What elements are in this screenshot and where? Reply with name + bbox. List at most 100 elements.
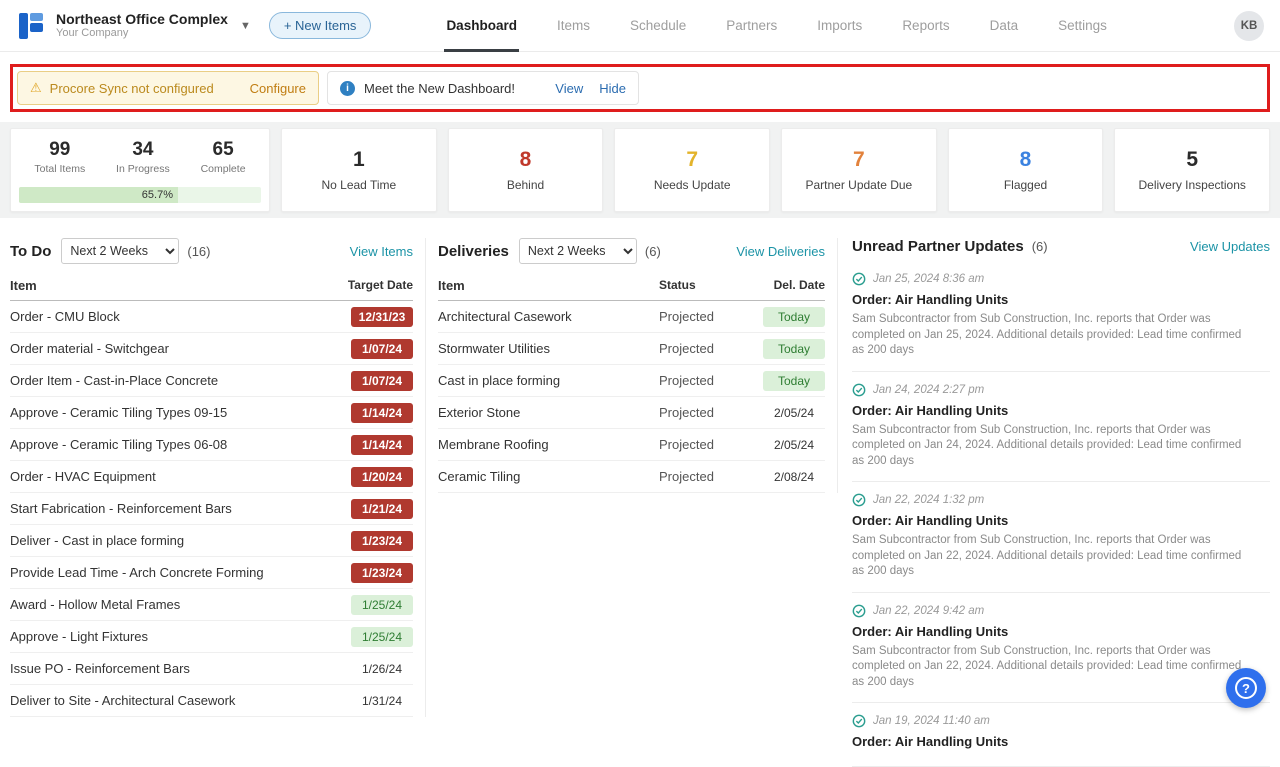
view-button[interactable]: View (555, 81, 583, 96)
user-avatar[interactable]: KB (1234, 10, 1264, 41)
stat-card-flagged[interactable]: 8 Flagged (947, 128, 1104, 212)
update-body: Sam Subcontractor from Sub Construction,… (852, 534, 1242, 578)
todo-row[interactable]: Provide Lead Time - Arch Concrete Formin… (10, 557, 413, 589)
todo-title: To Do (10, 242, 52, 260)
delivery-row[interactable]: Membrane Roofing Projected 2/05/24 (438, 429, 825, 461)
update-item[interactable]: Jan 22, 2024 1:32 pm Order: Air Handling… (852, 482, 1270, 593)
target-date-badge: 12/31/23 (351, 306, 413, 327)
help-button[interactable]: ? (1226, 668, 1266, 708)
stat-complete: 65 Complete (201, 139, 246, 181)
update-title: Order: Air Handling Units (852, 292, 1009, 307)
todo-row[interactable]: Deliver - Cast in place forming 1/23/24 (10, 525, 413, 557)
todo-item-label: Approve - Ceramic Tiling Types 06-08 (10, 437, 228, 452)
hide-button[interactable]: Hide (599, 81, 626, 96)
behind-label: Behind (506, 178, 545, 192)
delivery-item-label: Architectural Casework (438, 309, 572, 324)
update-item[interactable]: Jan 24, 2024 2:27 pm Order: Air Handling… (852, 372, 1270, 483)
tab-settings[interactable]: Settings (1056, 0, 1109, 52)
deliveries-col-item: Item (438, 278, 465, 293)
todo-item-label: Order - CMU Block (10, 309, 120, 324)
stat-card-behind[interactable]: 8 Behind (447, 128, 604, 212)
todo-row[interactable]: Order - CMU Block 12/31/23 (10, 301, 413, 333)
delivery-item-label: Exterior Stone (438, 405, 521, 420)
updates-header: Unread Partner Updates (6) View Updates (852, 238, 1270, 255)
needs-update-label: Needs Update (653, 178, 731, 192)
todo-item-label: Deliver - Cast in place forming (10, 533, 185, 548)
delivery-date-badge: Today (763, 306, 825, 327)
delivery-row[interactable]: Architectural Casework Projected Today (438, 301, 825, 333)
target-date-badge: 1/23/24 (351, 530, 413, 551)
tab-dashboard[interactable]: Dashboard (444, 0, 519, 52)
todo-row[interactable]: Issue PO - Reinforcement Bars 1/26/24 (10, 653, 413, 685)
stat-card-summary: 99 Total Items 34 In Progress 65 Complet… (10, 128, 270, 212)
todo-filter-select[interactable]: Next 2 Weeks (61, 238, 180, 264)
stat-card-no-lead-time[interactable]: 1 No Lead Time (281, 128, 437, 212)
app-logo[interactable] (16, 11, 46, 41)
todo-item-label: Order Item - Cast-in-Place Concrete (10, 373, 219, 388)
view-items-link[interactable]: View Items (350, 244, 413, 259)
stat-card-delivery-inspections[interactable]: 5 Delivery Inspections (1114, 128, 1271, 212)
todo-row[interactable]: Approve - Ceramic Tiling Types 09-15 1/1… (10, 397, 413, 429)
delivery-row[interactable]: Ceramic Tiling Projected 2/08/24 (438, 461, 825, 493)
no-lead-time-value: 1 (352, 148, 365, 171)
delivery-inspections-value: 5 (1186, 148, 1199, 171)
view-updates-link[interactable]: View Updates (1190, 239, 1270, 254)
stat-card-needs-update[interactable]: 7 Needs Update (614, 128, 771, 212)
check-circle-icon (852, 714, 866, 728)
update-item[interactable]: Jan 25, 2024 8:36 am Order: Air Handling… (852, 261, 1270, 372)
updates-title: Unread Partner Updates (852, 238, 1024, 255)
progress-percent: 65.7% (141, 189, 173, 201)
todo-row[interactable]: Order - HVAC Equipment 1/20/24 (10, 461, 413, 493)
tab-schedule[interactable]: Schedule (628, 0, 688, 52)
update-title: Order: Air Handling Units (852, 734, 1009, 750)
update-timestamp: Jan 24, 2024 2:27 pm (873, 383, 985, 396)
delivery-item-label: Ceramic Tiling (438, 469, 521, 484)
summary-numbers: 99 Total Items 34 In Progress 65 Complet… (11, 129, 269, 183)
delivery-date-text: 2/08/24 (773, 469, 815, 484)
project-switcher[interactable]: Northeast Office Complex Your Company (56, 11, 228, 40)
delivery-item-label: Stormwater Utilities (438, 341, 550, 356)
todo-item-label: Provide Lead Time - Arch Concrete Formin… (10, 565, 264, 580)
configure-button[interactable]: Configure (250, 81, 306, 96)
view-deliveries-link[interactable]: View Deliveries (736, 244, 825, 259)
delivery-row[interactable]: Cast in place forming Projected Today (438, 365, 825, 397)
todo-row[interactable]: Approve - Ceramic Tiling Types 06-08 1/1… (10, 429, 413, 461)
todo-row[interactable]: Order material - Switchgear 1/07/24 (10, 333, 413, 365)
target-date-text: 1/31/24 (361, 693, 403, 708)
stat-card-partner-update-due[interactable]: 7 Partner Update Due (781, 128, 937, 212)
deliveries-panel: Deliveries Next 2 Weeks (6) View Deliver… (426, 238, 838, 493)
new-items-button[interactable]: + New Items (268, 12, 372, 39)
todo-row[interactable]: Order Item - Cast-in-Place Concrete 1/07… (10, 365, 413, 397)
todo-row[interactable]: Start Fabrication - Reinforcement Bars 1… (10, 493, 413, 525)
update-title: Order: Air Handling Units (852, 623, 1009, 639)
todo-row[interactable]: Approve - Light Fixtures 1/25/24 (10, 621, 413, 653)
todo-row[interactable]: Award - Hollow Metal Frames 1/25/24 (10, 589, 413, 621)
tab-reports[interactable]: Reports (900, 0, 951, 52)
tab-partners[interactable]: Partners (724, 0, 779, 52)
target-date-text: 1/26/24 (361, 661, 403, 676)
delivery-row[interactable]: Stormwater Utilities Projected Today (438, 333, 825, 365)
update-item[interactable]: Jan 22, 2024 9:42 am Order: Air Handling… (852, 593, 1270, 704)
delivery-date-badge: Today (763, 370, 825, 391)
app-header: Northeast Office Complex Your Company ▼ … (0, 0, 1280, 52)
todo-col-item: Item (10, 278, 37, 293)
todo-count: (16) (187, 243, 211, 259)
deliveries-filter-select[interactable]: Next 2 Weeks (518, 238, 637, 264)
update-body: Sam Subcontractor from Sub Construction,… (852, 313, 1242, 357)
stat-total-items: 99 Total Items (34, 139, 85, 181)
target-date-badge: 1/07/24 (351, 338, 413, 359)
no-lead-time-label: No Lead Time (321, 178, 397, 192)
todo-row[interactable]: Deliver to Site - Architectural Casework… (10, 685, 413, 717)
update-timestamp: Jan 22, 2024 9:42 am (873, 604, 985, 617)
chevron-down-icon[interactable]: ▼ (240, 20, 251, 32)
tab-items[interactable]: Items (555, 0, 592, 52)
todo-panel: To Do Next 2 Weeks (16) View Items Item … (10, 238, 426, 717)
update-item[interactable]: Jan 19, 2024 11:40 am Order: Air Handlin… (852, 703, 1270, 767)
tab-data[interactable]: Data (988, 0, 1021, 52)
update-body: Sam Subcontractor from Sub Construction,… (852, 423, 1242, 467)
in-progress-label: In Progress (116, 163, 170, 175)
delivery-status: Projected (659, 341, 714, 356)
delivery-row[interactable]: Exterior Stone Projected 2/05/24 (438, 397, 825, 429)
tab-imports[interactable]: Imports (815, 0, 864, 52)
delivery-status: Projected (659, 469, 714, 484)
